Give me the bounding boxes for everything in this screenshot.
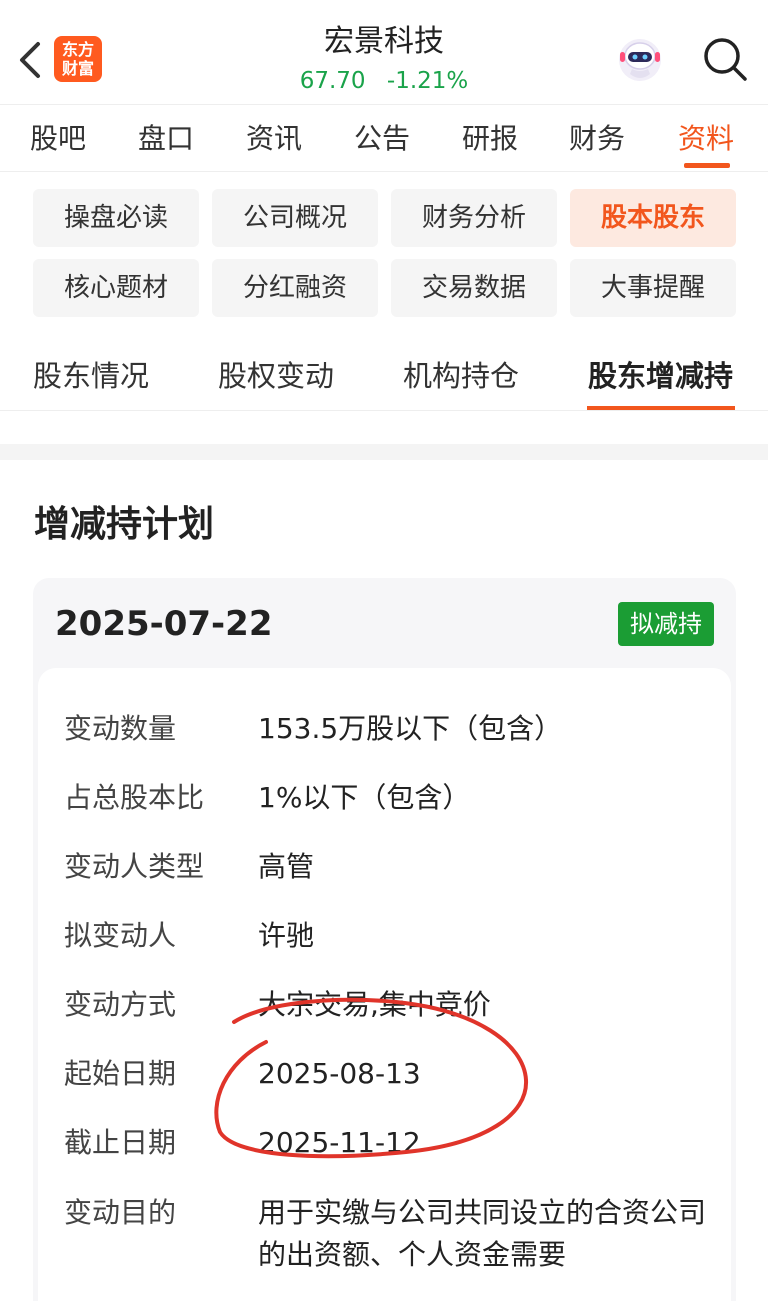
subtab-equity-changes[interactable]: 股权变动 xyxy=(218,354,334,398)
divider xyxy=(0,410,768,411)
category-financial-analysis[interactable]: 财务分析 xyxy=(391,189,557,247)
search-icon[interactable] xyxy=(700,34,750,84)
row-value-purpose: 用于实缴与公司共同设立的合资公司的出资额、个人资金需要 xyxy=(258,1196,707,1271)
subtab-institutional-holdings[interactable]: 机构持仓 xyxy=(403,354,519,398)
row-value-holder: 许驰 xyxy=(258,919,315,952)
row-label-holder-type: 变动人类型 xyxy=(64,850,205,883)
row-label-ratio: 占总股本比 xyxy=(64,781,205,814)
row-label-quantity: 变动数量 xyxy=(64,712,177,745)
tab-news[interactable]: 资讯 xyxy=(246,119,302,159)
tab-finance[interactable]: 财务 xyxy=(569,119,625,159)
subtab-holding-changes[interactable]: 股东增减持 xyxy=(588,354,733,398)
row-label-end-date: 截止日期 xyxy=(64,1126,177,1159)
category-trading-guide[interactable]: 操盘必读 xyxy=(33,189,199,247)
stock-quote: 67.70 -1.21% xyxy=(200,66,568,96)
category-dividends-financing[interactable]: 分红融资 xyxy=(212,259,378,317)
tab-pankou[interactable]: 盘口 xyxy=(138,119,194,159)
tab-guba[interactable]: 股吧 xyxy=(30,119,86,159)
stock-price: 67.70 xyxy=(299,68,366,94)
ai-assistant-robot-icon[interactable] xyxy=(616,36,664,84)
row-value-ratio: 1%以下（包含） xyxy=(258,781,471,814)
row-value-start-date: 2025-08-13 xyxy=(258,1057,421,1090)
tab-announcements[interactable]: 公告 xyxy=(354,119,410,159)
app-header: 东方 财富 宏景科技 67.70 -1.21% xyxy=(0,0,768,104)
category-company-overview[interactable]: 公司概况 xyxy=(212,189,378,247)
row-label-method: 变动方式 xyxy=(64,988,177,1021)
stock-change: -1.21% xyxy=(386,68,469,94)
row-value-quantity: 153.5万股以下（包含） xyxy=(258,712,563,745)
eastmoney-logo[interactable]: 东方 财富 xyxy=(54,36,102,82)
plan-date: 2025-07-22 xyxy=(55,604,273,644)
stock-name: 宏景科技 xyxy=(324,24,444,59)
plan-details: 变动数量 153.5万股以下（包含） 占总股本比 1%以下（包含） 变动人类型 … xyxy=(38,668,731,1301)
subtab-shareholder-info[interactable]: 股东情况 xyxy=(33,354,149,398)
tab-research[interactable]: 研报 xyxy=(462,119,518,159)
section-title: 增减持计划 xyxy=(34,504,215,545)
primary-tab-bar: 股吧 盘口 资讯 公告 研报 财务 资料 xyxy=(0,104,768,172)
section-separator xyxy=(0,444,768,460)
category-shareholders[interactable]: 股本股东 xyxy=(570,189,736,247)
plan-card: 2025-07-22 拟减持 变动数量 153.5万股以下（包含） 占总股本比 … xyxy=(33,578,736,1301)
row-value-end-date: 2025-11-12 xyxy=(258,1126,421,1159)
category-trading-data[interactable]: 交易数据 xyxy=(391,259,557,317)
back-icon[interactable] xyxy=(14,38,48,82)
row-label-purpose: 变动目的 xyxy=(64,1196,177,1229)
category-core-themes[interactable]: 核心题材 xyxy=(33,259,199,317)
category-event-reminders[interactable]: 大事提醒 xyxy=(570,259,736,317)
row-label-start-date: 起始日期 xyxy=(64,1057,177,1090)
row-label-holder: 拟变动人 xyxy=(64,919,177,952)
plan-type-badge: 拟减持 xyxy=(618,602,714,646)
active-tab-indicator xyxy=(684,163,730,168)
row-value-method: 大宗交易,集中竞价 xyxy=(258,988,491,1021)
stock-title-block: 宏景科技 67.70 -1.21% xyxy=(200,22,568,96)
row-value-holder-type: 高管 xyxy=(258,850,315,883)
tab-profile[interactable]: 资料 xyxy=(678,119,734,159)
